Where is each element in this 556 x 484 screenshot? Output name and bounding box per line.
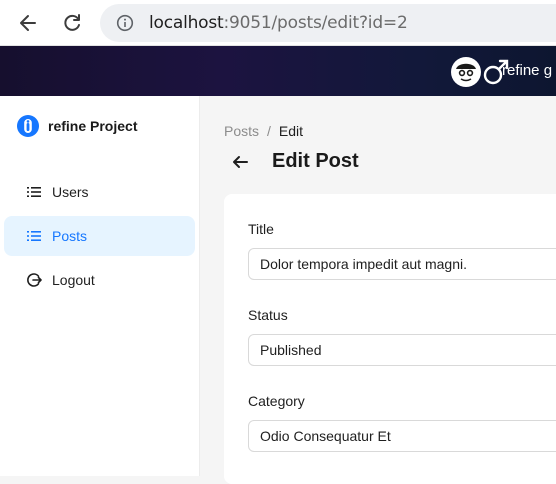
sidebar-item-label: Logout <box>52 272 95 288</box>
breadcrumb: Posts / Edit <box>224 123 303 139</box>
refine-logo-icon <box>17 115 39 137</box>
title-input[interactable]: Dolor tempora impedit aut magni. <box>248 248 556 280</box>
sidebar-item-users[interactable]: Users <box>4 172 195 212</box>
sidebar-item-logout[interactable]: Logout <box>4 260 195 300</box>
page-title: Edit Post <box>272 150 359 172</box>
github-avatar-icon[interactable] <box>450 56 482 88</box>
brand-title: refine Project <box>48 118 138 134</box>
category-select[interactable]: Odio Consequatur Et <box>248 420 556 452</box>
browser-toolbar: localhost:9051/posts/edit?id=2 <box>0 0 556 46</box>
list-icon <box>26 228 42 244</box>
status-select[interactable]: Published <box>248 334 556 366</box>
url-path: :9051/posts/edit?id=2 <box>223 13 408 33</box>
logout-icon <box>26 272 42 288</box>
list-icon <box>26 184 42 200</box>
breadcrumb-posts-link[interactable]: Posts <box>224 123 259 139</box>
back-arrow-icon[interactable] <box>228 150 252 174</box>
breadcrumb-separator: / <box>267 123 271 139</box>
url-text: localhost:9051/posts/edit?id=2 <box>149 14 408 32</box>
app-header: refine g <box>0 46 556 96</box>
title-label: Title <box>248 221 274 237</box>
reload-icon[interactable] <box>57 8 87 38</box>
sidebar-item-label: Posts <box>52 228 88 244</box>
address-bar[interactable]: localhost:9051/posts/edit?id=2 <box>100 4 556 42</box>
sidebar-item-posts[interactable]: Posts <box>4 216 195 256</box>
url-host: localhost <box>149 13 224 33</box>
info-icon[interactable] <box>116 14 134 32</box>
header-title: refine g <box>502 62 553 79</box>
status-label: Status <box>248 307 288 323</box>
category-label: Category <box>248 393 305 409</box>
breadcrumb-current: Edit <box>278 123 304 139</box>
back-arrow-icon[interactable] <box>13 8 43 38</box>
sidebar-item-label: Users <box>52 184 89 200</box>
sidebar: refine Project Users Posts Logout <box>0 96 200 476</box>
